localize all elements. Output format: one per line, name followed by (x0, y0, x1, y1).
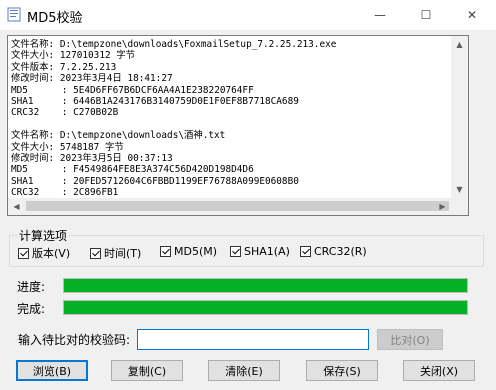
close-window-button[interactable]: ✕ (449, 0, 495, 30)
result-text: 文件名称: D:\tempzone\downloads\FoxmailSetup… (11, 39, 337, 198)
scroll-down-icon[interactable]: ▼ (451, 181, 468, 198)
result-log[interactable]: 文件名称: D:\tempzone\downloads\FoxmailSetup… (7, 35, 469, 216)
copy-button[interactable]: 复制(C) (111, 360, 183, 381)
checkbox-md5[interactable] (160, 246, 171, 257)
horizontal-scrollbar[interactable]: ◀ ▶ (8, 198, 451, 215)
checkbox-time[interactable] (90, 247, 101, 259)
option-version[interactable]: 版本(V) (18, 245, 70, 261)
progress-label: 进度: (17, 280, 46, 294)
scroll-right-icon[interactable]: ▶ (434, 198, 451, 215)
compare-label: 输入待比对的校验码: (18, 333, 131, 347)
checkbox-sha1[interactable] (230, 246, 241, 257)
progress-bar (63, 278, 468, 293)
minimize-button[interactable]: — (357, 0, 403, 30)
option-md5[interactable]: MD5(M) (160, 245, 217, 258)
compare-button[interactable]: 比对(O) (377, 329, 443, 350)
app-icon (7, 7, 21, 22)
scroll-left-icon[interactable]: ◀ (8, 198, 25, 215)
scroll-up-icon[interactable]: ▲ (451, 36, 468, 53)
vertical-scrollbar[interactable]: ▲ ▼ (451, 36, 468, 198)
clear-button[interactable]: 清除(E) (208, 360, 280, 381)
checksum-input[interactable] (137, 329, 369, 350)
progress-bar-fill (64, 279, 467, 292)
scrollbar-corner (451, 198, 468, 215)
option-time[interactable]: 时间(T) (90, 245, 141, 261)
complete-label: 完成: (17, 302, 46, 316)
window-title: MD5校验 (27, 11, 83, 26)
horizontal-scroll-thumb[interactable] (26, 201, 449, 211)
maximize-button[interactable]: ☐ (403, 0, 449, 30)
close-button[interactable]: 关闭(X) (403, 360, 475, 381)
complete-bar (63, 300, 468, 315)
checkbox-crc32[interactable] (300, 246, 311, 257)
save-button[interactable]: 保存(S) (306, 360, 378, 381)
title-bar: MD5校验 — ☐ ✕ (0, 0, 496, 30)
browse-button[interactable]: 浏览(B) (16, 360, 88, 381)
complete-bar-fill (64, 301, 467, 314)
checkbox-version[interactable] (18, 247, 29, 259)
options-group-label: 计算选项 (17, 227, 70, 244)
option-sha1[interactable]: SHA1(A) (230, 245, 290, 258)
option-crc32[interactable]: CRC32(R) (300, 245, 367, 258)
